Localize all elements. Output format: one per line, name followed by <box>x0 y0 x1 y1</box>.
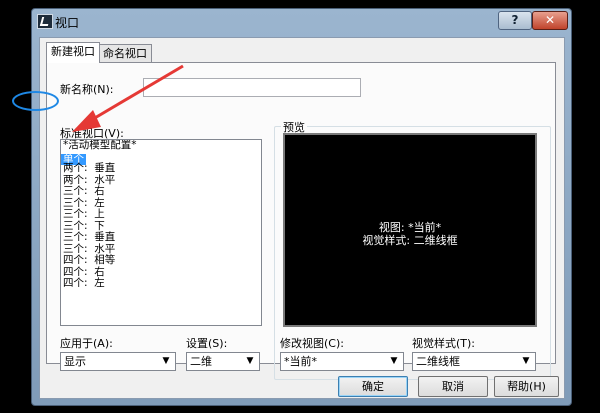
tab-new-viewports[interactable]: 新建视口 <box>46 42 100 63</box>
arrow-shaft <box>87 64 184 124</box>
arrow-head <box>72 110 101 132</box>
